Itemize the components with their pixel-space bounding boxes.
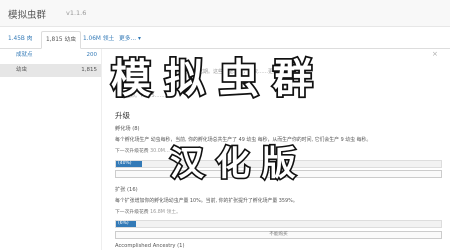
progress-text: (40%) bbox=[118, 161, 132, 166]
sidebar-item-label: 成就点 bbox=[16, 52, 33, 58]
cost-value: 30.0M… bbox=[150, 149, 170, 154]
overlay-subtitle-svg: 汉 化 版 bbox=[168, 142, 297, 185]
title-overlay: 模 拟 虫 群 bbox=[108, 52, 328, 104]
sidebar-item-label: 幼虫 bbox=[16, 67, 28, 73]
tab-larvae[interactable]: 1,815 幼虫 bbox=[41, 31, 82, 49]
sidebar-item-value: 1,815 bbox=[81, 67, 97, 73]
caret-down-icon: ▾ bbox=[137, 36, 141, 42]
next-upgrade-title: Accomplished Ancestry (1) bbox=[115, 243, 185, 249]
top-navbar: 模拟虫群 v1.1.6 bbox=[0, 0, 450, 27]
sidebar-item-value: 200 bbox=[86, 52, 98, 58]
sidebar: 成就点 200 幼虫 1,815 bbox=[0, 49, 102, 250]
tab-meat[interactable]: 1.45B 肉 bbox=[4, 31, 37, 49]
cost-label: 下一次升级花费 bbox=[115, 149, 149, 154]
hatchery-title: 孵化场 (8) bbox=[115, 126, 140, 132]
cost-label: 下一次升级花费 bbox=[115, 210, 149, 215]
expansion-progress-bar: (6%) bbox=[115, 220, 442, 228]
overlay-title-svg: 模 拟 虫 群 bbox=[109, 54, 314, 104]
hatchery-cost: 下一次升级花费 30.0M… bbox=[115, 147, 170, 154]
resource-tabs: 1.45B 肉 1,815 幼虫 1.06M 领土 更多... ▾ bbox=[0, 27, 450, 49]
cost-value: 16.8M 领土。 bbox=[150, 210, 181, 215]
overlay-subtitle-text: 汉 化 版 bbox=[170, 144, 296, 184]
sidebar-item-larvae[interactable]: 幼虫 1,815 bbox=[0, 64, 101, 77]
close-icon[interactable]: × bbox=[432, 50, 438, 58]
expansion-buy-button[interactable]: 不能购买 bbox=[115, 231, 442, 239]
overlay-title-text: 模 拟 虫 群 bbox=[111, 56, 313, 102]
expansion-description: 每个扩张增加你的孵化场幼虫产量 10%。当前, 你的扩张提升了孵化场产量 359… bbox=[115, 198, 298, 204]
expansion-cost: 下一次升级花费 16.8M 领土。 bbox=[115, 208, 181, 215]
tab-territory[interactable]: 1.06M 领土 bbox=[79, 31, 118, 49]
upgrades-heading: 升级 bbox=[115, 111, 130, 120]
tab-more-label: 更多... bbox=[119, 36, 137, 42]
expansion-title: 扩张 (16) bbox=[115, 187, 138, 193]
app-version: v1.1.6 bbox=[66, 9, 87, 17]
tab-more[interactable]: 更多... ▾ bbox=[115, 31, 145, 49]
app-title[interactable]: 模拟虫群 bbox=[8, 7, 46, 21]
progress-text: (6%) bbox=[118, 221, 129, 226]
sidebar-item-achievements[interactable]: 成就点 200 bbox=[0, 49, 101, 62]
subtitle-overlay: 汉 化 版 bbox=[168, 140, 318, 185]
